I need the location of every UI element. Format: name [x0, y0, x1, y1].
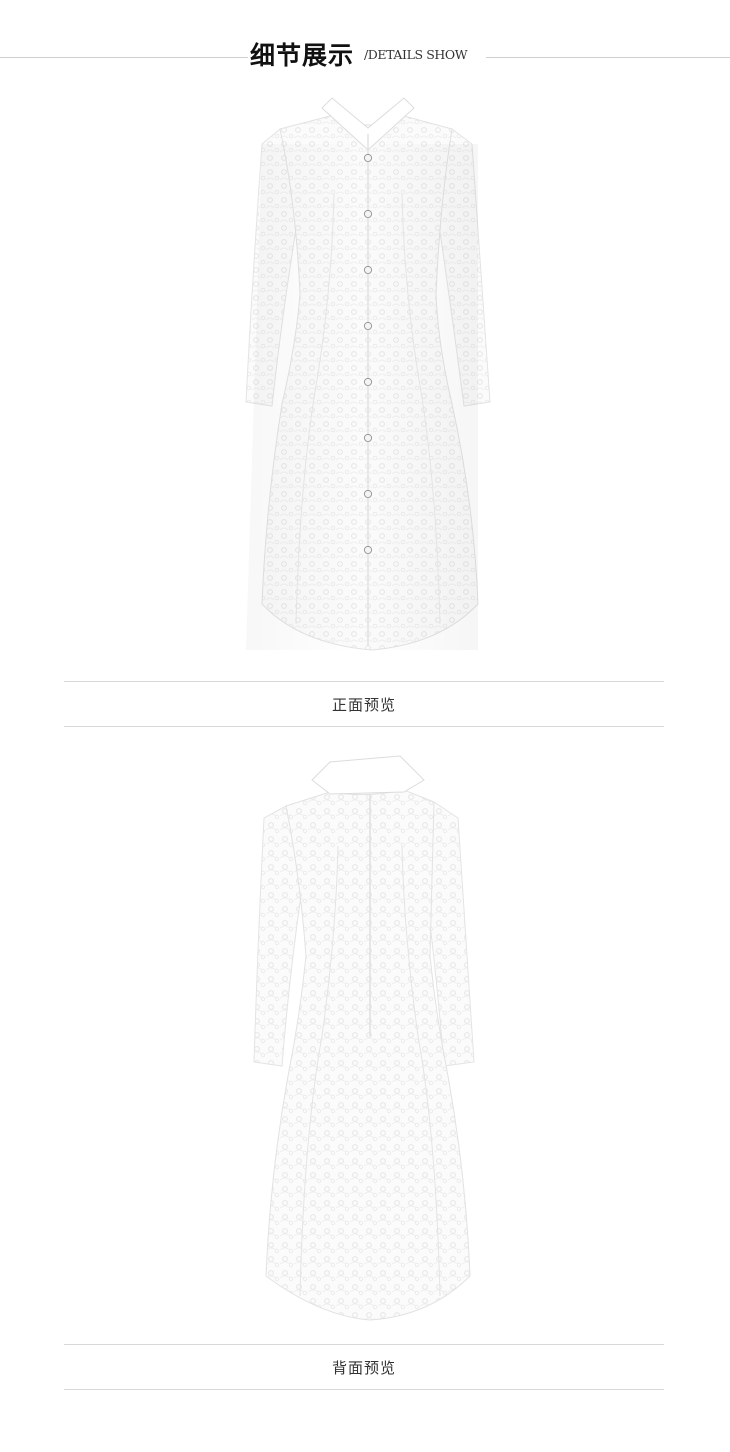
- back-view-caption: 背面预览: [64, 1344, 664, 1390]
- header-divider-right: [486, 57, 730, 58]
- caption-divider-top: [64, 681, 664, 682]
- back-collar: [311, 755, 425, 795]
- back-view-photo: [0, 736, 730, 1336]
- caption-divider-bottom: [64, 1389, 664, 1390]
- back-view-label: 背面预览: [331, 1359, 396, 1377]
- caption-divider-bottom: [64, 726, 664, 727]
- caption-divider-top: [64, 1344, 664, 1345]
- front-view-label: 正面预览: [331, 696, 396, 714]
- section-header: 细节展示 /DETAILS SHOW: [0, 30, 730, 80]
- section-subtitle: /DETAILS SHOW: [364, 47, 468, 62]
- header-divider-left: [0, 57, 248, 58]
- front-view-caption: 正面预览: [64, 681, 664, 727]
- front-view-photo: [0, 84, 730, 676]
- section-title: 细节展示: [250, 41, 355, 70]
